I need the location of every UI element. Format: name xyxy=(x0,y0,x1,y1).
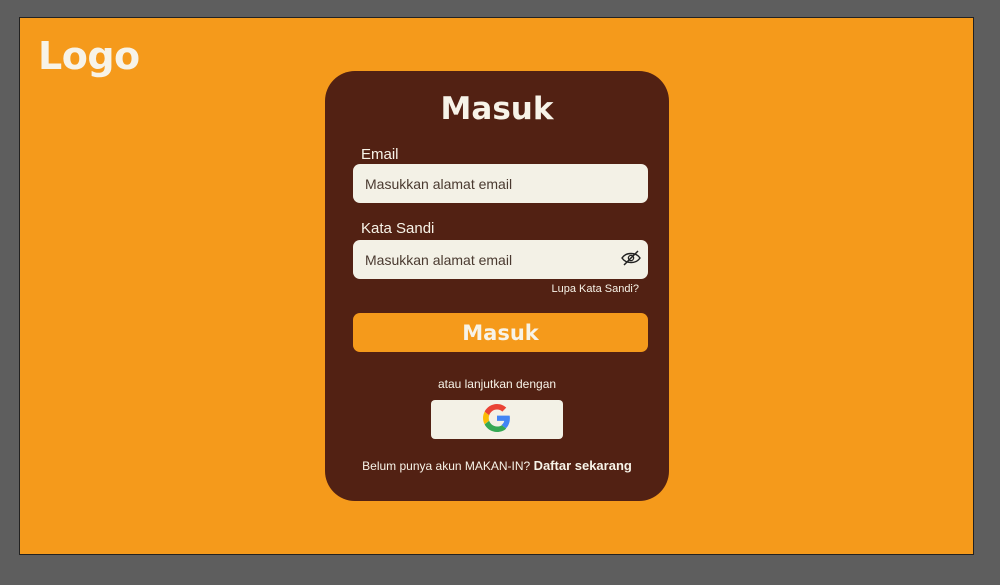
password-field[interactable] xyxy=(353,240,648,279)
google-icon xyxy=(483,404,511,435)
submit-button[interactable]: Masuk xyxy=(353,313,648,352)
signup-prompt: Belum punya akun MAKAN-IN? Daftar sekara… xyxy=(325,458,669,473)
login-card: Masuk Email Kata Sandi Lupa Kata Sandi? … xyxy=(325,71,669,501)
google-login-button[interactable] xyxy=(431,400,563,439)
eye-off-icon[interactable] xyxy=(620,249,642,267)
login-title: Masuk xyxy=(440,91,554,127)
email-label: Email xyxy=(361,146,399,163)
login-page: Logo Masuk Email Kata Sandi Lupa Kata Sa… xyxy=(19,17,974,555)
forgot-password-link[interactable]: Lupa Kata Sandi? xyxy=(552,283,639,295)
signup-prefix: Belum punya akun MAKAN-IN? xyxy=(362,459,531,473)
alt-login-text: atau lanjutkan dengan xyxy=(437,377,557,391)
password-label: Kata Sandi xyxy=(361,220,435,237)
signup-link[interactable]: Daftar sekarang xyxy=(534,458,632,473)
email-field[interactable] xyxy=(353,164,648,203)
logo: Logo xyxy=(38,34,140,78)
